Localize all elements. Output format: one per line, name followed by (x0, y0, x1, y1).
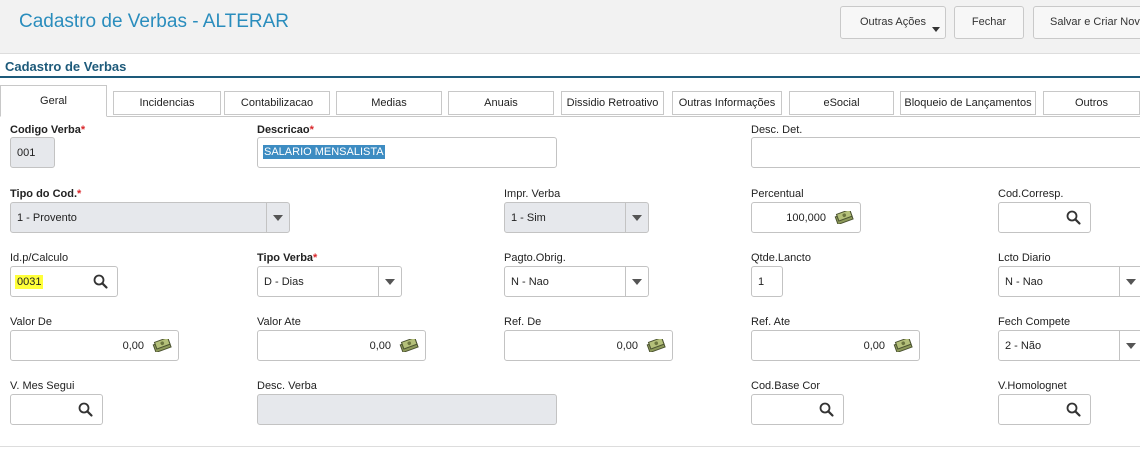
search-icon[interactable] (92, 273, 109, 290)
tab-incidencias[interactable]: Incidencias (113, 91, 221, 115)
ref-de-label: Ref. De (504, 316, 542, 328)
money-icon[interactable] (399, 339, 419, 352)
pagto-obrig-label: Pagto.Obrig. (504, 252, 566, 264)
tipo-verba-label: Tipo Verba* (257, 252, 318, 264)
tab-bloqueio-lancamentos[interactable]: Bloqueio de Lançamentos (900, 91, 1036, 115)
tipo-cod-label: Tipo do Cod.* (10, 188, 82, 200)
valor-de-value: 0,00 (122, 340, 144, 352)
ref-ate-label: Ref. Ate (751, 316, 791, 328)
tab-esocial[interactable]: eSocial (789, 91, 894, 115)
tab-medias[interactable]: Medias (336, 91, 442, 115)
id-calculo-field[interactable]: 0031 (10, 266, 118, 297)
dropdown-arrow-icon (632, 215, 642, 221)
cod-base-cor-label: Cod.Base Cor (751, 380, 821, 392)
dropdown-arrow-icon (273, 215, 283, 221)
money-icon[interactable] (893, 339, 913, 352)
dropdown-arrow-icon (1126, 343, 1136, 349)
valor-ate-label: Valor Ate (257, 316, 301, 328)
search-icon[interactable] (818, 401, 835, 418)
desc-det-label: Desc. Det. (751, 124, 803, 136)
codigo-verba-field[interactable]: 001 (10, 137, 55, 168)
page-bottom-divider (0, 446, 1140, 447)
percentual-field[interactable]: 100,000 (751, 202, 861, 233)
v-mes-segui-label: V. Mes Segui (10, 380, 75, 392)
codigo-verba-value: 001 (17, 147, 36, 159)
tipo-cod-value: 1 - Provento (17, 212, 77, 224)
search-icon[interactable] (77, 401, 94, 418)
cod-corresp-field[interactable] (998, 202, 1091, 233)
fech-compete-select[interactable]: 2 - Não (998, 330, 1140, 361)
percentual-label: Percentual (751, 188, 804, 200)
ref-ate-value: 0,00 (863, 340, 885, 352)
tipo-cod-select[interactable]: 1 - Provento (10, 202, 290, 233)
section-title: Cadastro de Verbas (5, 59, 127, 74)
pagto-obrig-select[interactable]: N - Nao (504, 266, 649, 297)
tab-outras-informacoes[interactable]: Outras Informações (672, 91, 782, 115)
dropdown-arrow-icon (1126, 279, 1136, 285)
dropdown-arrow-icon (632, 279, 642, 285)
id-calculo-label: Id.p/Calculo (10, 252, 69, 264)
header-bar: Cadastro de Verbas - ALTERAR Outras Açõe… (0, 0, 1140, 54)
chevron-down-icon (932, 27, 940, 32)
dropdown-arrow-icon (385, 279, 395, 285)
cod-corresp-label: Cod.Corresp. (998, 188, 1064, 200)
percentual-value: 100,000 (786, 212, 826, 224)
lcto-diario-label: Lcto Diario (998, 252, 1051, 264)
impr-verba-value: 1 - Sim (511, 212, 546, 224)
money-icon[interactable] (834, 211, 854, 224)
desc-verba-label: Desc. Verba (257, 380, 317, 392)
tab-geral[interactable]: Geral (0, 85, 107, 117)
descricao-label: Descricao* (257, 124, 314, 136)
qtde-lancto-value: 1 (758, 276, 765, 288)
fechar-button[interactable]: Fechar (954, 6, 1024, 39)
money-icon[interactable] (152, 339, 172, 352)
valor-ate-value: 0,00 (369, 340, 391, 352)
valor-de-label: Valor De (10, 316, 52, 328)
lcto-diario-value: N - Nao (1005, 276, 1043, 288)
page-title: Cadastro de Verbas - ALTERAR (19, 11, 289, 32)
qtde-lancto-label: Qtde.Lancto (751, 252, 811, 264)
section-divider (0, 76, 1140, 78)
codigo-verba-label: Codigo Verba* (10, 124, 86, 136)
ref-de-value: 0,00 (616, 340, 638, 352)
descricao-value: SALARIO MENSALISTA (263, 145, 385, 159)
desc-verba-field[interactable] (257, 394, 557, 425)
tipo-verba-value: D - Dias (264, 276, 304, 288)
v-mes-segui-field[interactable] (10, 394, 103, 425)
tab-dissidio-retroativo[interactable]: Dissidio Retroativo (561, 91, 664, 115)
money-icon[interactable] (646, 339, 666, 352)
outras-acoes-button[interactable]: Outras Ações (840, 6, 946, 39)
v-homolognet-label: V.Homolognet (998, 380, 1067, 392)
tab-anuais[interactable]: Anuais (448, 91, 554, 115)
qtde-lancto-field[interactable]: 1 (751, 266, 783, 297)
desc-det-field[interactable] (751, 137, 1140, 168)
pagto-obrig-value: N - Nao (511, 276, 549, 288)
lcto-diario-select[interactable]: N - Nao (998, 266, 1140, 297)
impr-verba-select[interactable]: 1 - Sim (504, 202, 649, 233)
tab-contabilizacao[interactable]: Contabilizacao (224, 91, 330, 115)
id-calculo-value: 0031 (15, 275, 44, 289)
ref-ate-field[interactable]: 0,00 (751, 330, 920, 361)
tabs-baseline (0, 116, 1140, 117)
valor-ate-field[interactable]: 0,00 (257, 330, 426, 361)
tab-outros[interactable]: Outros (1043, 91, 1140, 115)
v-homolognet-field[interactable] (998, 394, 1091, 425)
ref-de-field[interactable]: 0,00 (504, 330, 673, 361)
descricao-field[interactable]: SALARIO MENSALISTA (257, 137, 557, 168)
outras-acoes-label: Outras Ações (859, 16, 927, 28)
tipo-verba-select[interactable]: D - Dias (257, 266, 402, 297)
salvar-criar-novo-button[interactable]: Salvar e Criar Novo (1033, 6, 1140, 39)
cod-base-cor-field[interactable] (751, 394, 844, 425)
fech-compete-value: 2 - Não (1005, 340, 1042, 352)
fech-compete-label: Fech Compete (998, 316, 1071, 328)
valor-de-field[interactable]: 0,00 (10, 330, 179, 361)
search-icon[interactable] (1065, 209, 1082, 226)
impr-verba-label: Impr. Verba (504, 188, 561, 200)
search-icon[interactable] (1065, 401, 1082, 418)
